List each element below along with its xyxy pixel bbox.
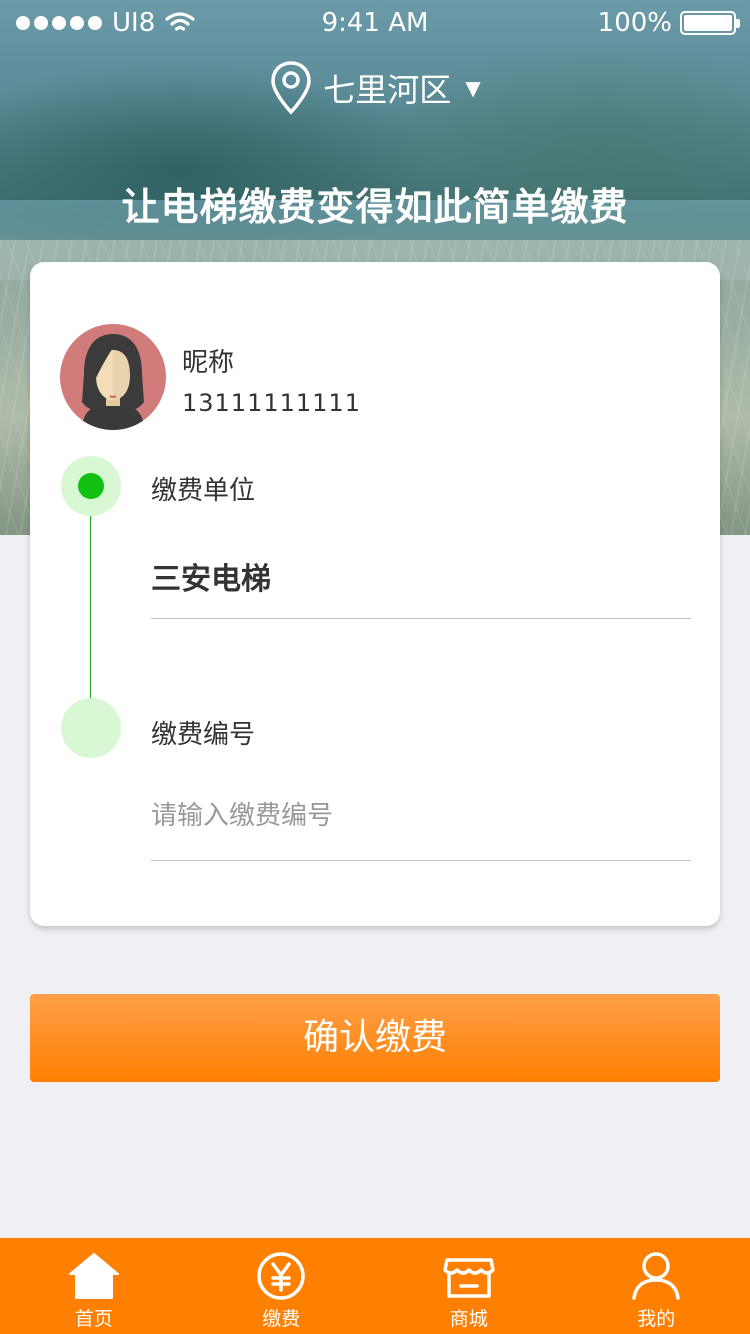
payment-card: 昵称 13111111111 缴费单位 三安电梯 缴费编号 [30, 262, 720, 926]
tab-profile[interactable]: 我的 [563, 1238, 750, 1334]
home-icon [68, 1253, 119, 1299]
timeline-connector [90, 488, 91, 728]
payment-unit-label: 缴费单位 [151, 476, 256, 506]
tab-label: 首页 [74, 1308, 113, 1330]
timeline-step-pending-icon [61, 698, 121, 758]
user-icon [632, 1252, 680, 1300]
user-phone: 13111111111 [182, 389, 361, 417]
page: UI8 9:41 AM 100% 七里河区 ▼ 让电梯缴费变得如此简单缴费 昵称… [0, 0, 750, 1334]
user-nickname: 昵称 [182, 348, 235, 378]
tab-payment[interactable]: 缴费 [188, 1238, 376, 1334]
battery-icon [680, 11, 740, 35]
avatar[interactable] [60, 324, 166, 430]
yen-coin-icon [257, 1252, 305, 1300]
tab-label: 我的 [637, 1308, 676, 1330]
tab-home[interactable]: 首页 [0, 1238, 188, 1334]
timeline-step-active-icon [61, 456, 121, 516]
payment-number-input[interactable] [151, 792, 691, 840]
divider [151, 618, 691, 619]
tab-mall[interactable]: 商城 [375, 1238, 563, 1334]
payment-unit-value[interactable]: 三安电梯 [151, 554, 271, 598]
location-pin-icon [271, 61, 312, 115]
confirm-payment-button[interactable]: 确认缴费 [30, 994, 720, 1082]
chevron-down-icon: ▼ [465, 76, 481, 100]
page-headline: 让电梯缴费变得如此简单缴费 [121, 185, 629, 229]
tab-label: 商城 [449, 1308, 488, 1330]
status-bar: UI8 9:41 AM 100% [0, 0, 750, 48]
tab-bar: 首页 缴费 商城 我的 [0, 1238, 750, 1334]
tab-label: 缴费 [262, 1308, 301, 1330]
divider [151, 860, 691, 861]
avatar-illustration-icon [82, 334, 144, 430]
store-icon [443, 1258, 495, 1298]
battery-percent: 100% [597, 8, 672, 38]
location-district: 七里河区 [323, 71, 452, 109]
location-selector[interactable]: 七里河区 ▼ [0, 60, 750, 116]
payment-number-label: 缴费编号 [151, 720, 256, 750]
